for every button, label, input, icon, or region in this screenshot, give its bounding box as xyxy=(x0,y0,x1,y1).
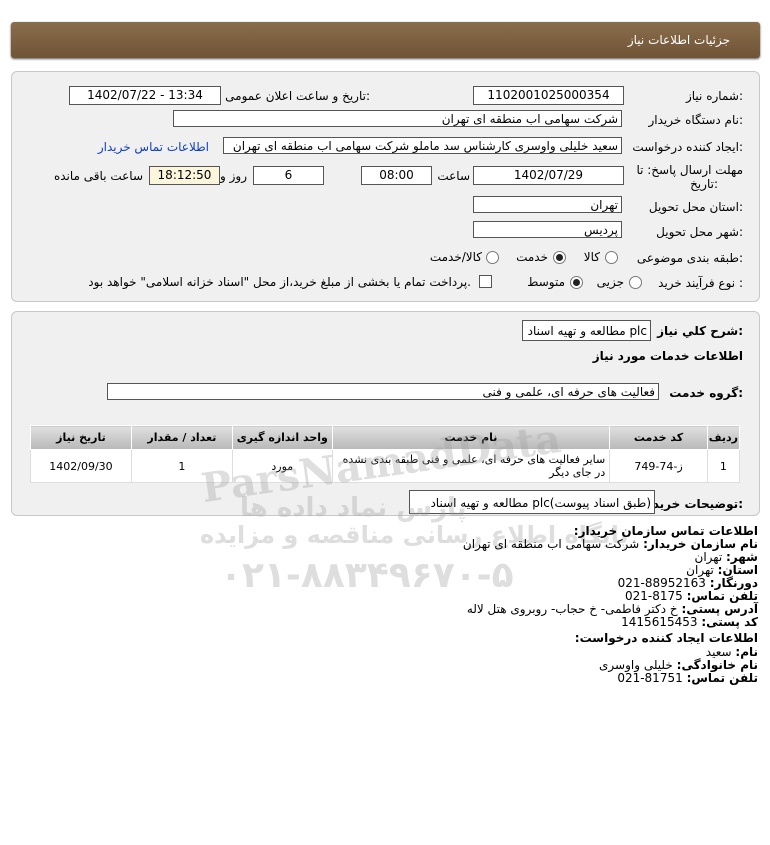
city-field: پردیس xyxy=(473,221,622,238)
contact-fax-row: دورنگار: 021-88952163 xyxy=(618,576,758,590)
contact-postal-label: کد پستی: xyxy=(701,615,758,629)
creator-first-name: سعید xyxy=(705,645,732,659)
services-table: ردیف کد خدمت نام خدمت واحد اندازه گیری ت… xyxy=(30,425,741,483)
category-label: طبقه بندی موضوعی: xyxy=(636,251,743,265)
process-option-medium: متوسط xyxy=(527,275,565,289)
col-date: تاریخ نیاز xyxy=(30,425,132,450)
province-field: تهران xyxy=(473,196,622,213)
contact-phone-row: تلفن تماس: 021-8175 xyxy=(625,589,758,603)
col-qty: تعداد / مقدار xyxy=(130,425,233,450)
remaining-label: ساعت باقی مانده xyxy=(53,169,143,183)
creator-phone-row: تلفن تماس: 021-81751 xyxy=(617,671,758,685)
buyer-org-label: نام دستگاه خریدار: xyxy=(648,113,744,127)
need-number-field: 1102001025000354 xyxy=(473,86,624,105)
creator-first-name-row: نام: سعید xyxy=(706,645,758,659)
process-radio-minor[interactable] xyxy=(629,276,642,289)
creator-field: سعید خلیلی واوسری کارشناس سد ماملو شرکت … xyxy=(223,137,622,154)
creator-last-name: خلیلی واوسری xyxy=(599,658,673,672)
cell-row: 1 xyxy=(706,449,741,483)
deadline-label: مهلت ارسال پاسخ: تا xyxy=(636,163,743,177)
need-number-label: شماره نیاز: xyxy=(685,89,743,103)
process-radio-medium[interactable] xyxy=(570,276,583,289)
contact-city-row: شهر: تهران xyxy=(695,550,758,564)
contact-fax: 021-88952163 xyxy=(617,576,706,590)
summary-label: شرح کلي نياز: xyxy=(657,324,743,338)
summary-field: مطالعه و تهیه اسناد plc xyxy=(522,320,651,341)
deadline-label-date: تاریخ: xyxy=(690,177,718,191)
category-radio-goods[interactable] xyxy=(605,251,618,264)
deadline-hour-label: ساعت xyxy=(437,169,470,183)
buyer-notes-field: مطالعه و تهیه اسناد plc(طبق اسناد پیوست) xyxy=(409,490,655,514)
contact-org-name: شرکت سهامی اب منطقه ای تهران xyxy=(462,537,640,551)
remaining-time-field: 18:12:50 xyxy=(149,166,220,185)
announce-field: 1402/07/22 - 13:34 xyxy=(69,86,221,105)
process-option-minor: جزیی xyxy=(596,275,624,289)
contact-org-title-row: اطلاعات تماس سازمان خریدار: xyxy=(574,524,758,538)
contact-province: تهران xyxy=(686,563,714,577)
contact-org-title: اطلاعات تماس سازمان خریدار: xyxy=(573,524,758,538)
category-option-service: خدمت xyxy=(516,250,548,264)
category-radio-service[interactable] xyxy=(553,251,566,264)
buyer-notes-label: توضیحات خریدار: xyxy=(641,497,743,511)
announce-label: تاریخ و ساعت اعلان عمومی: xyxy=(225,89,370,103)
days-label: روز و xyxy=(220,169,247,183)
cell-date: 1402/09/30 xyxy=(30,449,132,483)
creator-last-name-row: نام خانوادگی: خلیلی واوسری xyxy=(599,658,758,672)
contact-province-row: استان: تهران xyxy=(686,563,758,577)
page-title: جزئیات اطلاعات نیاز xyxy=(627,33,730,47)
deadline-time-field: 08:00 xyxy=(361,166,432,185)
category-option-goods: کالا xyxy=(583,250,600,264)
creator-info-title-row: اطلاعات ایجاد کننده درخواست: xyxy=(575,631,758,645)
col-name: نام خدمت xyxy=(331,425,611,450)
contact-province-label: استان: xyxy=(717,563,758,577)
contact-postal-row: کد پستی: 1415615453 xyxy=(621,615,758,629)
buyer-org-field: شرکت سهامی اب منطقه ای تهران xyxy=(173,110,622,127)
creator-label: ایجاد کننده درخواست: xyxy=(632,140,743,154)
category-radio-goods-service[interactable] xyxy=(486,251,499,264)
service-group-field: فعالیت های حرفه ای، علمی و فنی xyxy=(107,383,659,400)
need-info-panel xyxy=(11,71,760,302)
contact-org-name-row: نام سازمان خریدار: شرکت سهامی اب منطقه ا… xyxy=(463,537,758,551)
col-code: کد خدمت xyxy=(609,425,708,450)
col-unit: واحد اندازه گیری xyxy=(231,425,333,450)
cell-code: ز-74-749 xyxy=(609,449,708,483)
city-label: شهر محل تحویل: xyxy=(656,225,743,239)
cell-unit: مورد xyxy=(231,449,333,483)
buyer-contact-link[interactable]: اطلاعات تماس خریدار xyxy=(98,140,209,154)
services-title: اطلاعات خدمات مورد نیاز xyxy=(592,349,743,363)
contact-address: خ دکتر فاطمی- خ حجاب- روبروی هتل لاله xyxy=(466,602,678,616)
contact-org-name-label: نام سازمان خریدار: xyxy=(643,537,758,551)
contact-city: تهران xyxy=(694,550,723,564)
creator-info-title: اطلاعات ایجاد کننده درخواست: xyxy=(574,631,758,645)
service-group-label: گروه خدمت: xyxy=(669,386,743,400)
creator-first-name-label: نام: xyxy=(735,645,758,659)
contact-postal: 1415615453 xyxy=(621,615,698,629)
contact-fax-label: دورنگار: xyxy=(709,576,758,590)
creator-phone-label: تلفن تماس: xyxy=(686,671,758,685)
process-label: نوع فرآیند خرید : xyxy=(658,276,743,290)
treasury-payment-checkbox[interactable] xyxy=(479,275,492,288)
category-option-goods-service: کالا/خدمت xyxy=(429,250,482,264)
cell-qty: 1 xyxy=(130,449,233,483)
page-header: جزئیات اطلاعات نیاز xyxy=(11,22,760,58)
watermark-phone: ۰۲۱-۸۸۳۴۹۶۷۰-۵ xyxy=(220,555,514,596)
need-details-panel xyxy=(11,311,760,516)
contact-city-label: شهر: xyxy=(726,550,758,564)
contact-address-row: آدرس پستی: خ دکتر فاطمی- خ حجاب- روبروی … xyxy=(467,602,758,616)
col-row: ردیف xyxy=(706,425,741,450)
days-field: 6 xyxy=(253,166,324,185)
contact-phone: 021-8175 xyxy=(624,589,683,603)
creator-last-name-label: نام خانوادگی: xyxy=(676,658,758,672)
treasury-payment-note: پرداخت تمام یا بخشی از مبلغ خرید،از محل … xyxy=(88,275,471,289)
deadline-date-field: 1402/07/29 xyxy=(473,166,624,185)
table-row: 1 ز-74-749 سایر فعالیت های حرفه ای، علمی… xyxy=(30,449,741,483)
creator-phone: 021-81751 xyxy=(617,671,683,685)
province-label: استان محل تحویل: xyxy=(648,200,743,214)
contact-phone-label: تلفن تماس: xyxy=(686,589,758,603)
contact-address-label: آدرس پستی: xyxy=(681,602,758,616)
cell-name: سایر فعالیت های حرفه ای، علمی و فنی طبقه… xyxy=(331,449,611,483)
